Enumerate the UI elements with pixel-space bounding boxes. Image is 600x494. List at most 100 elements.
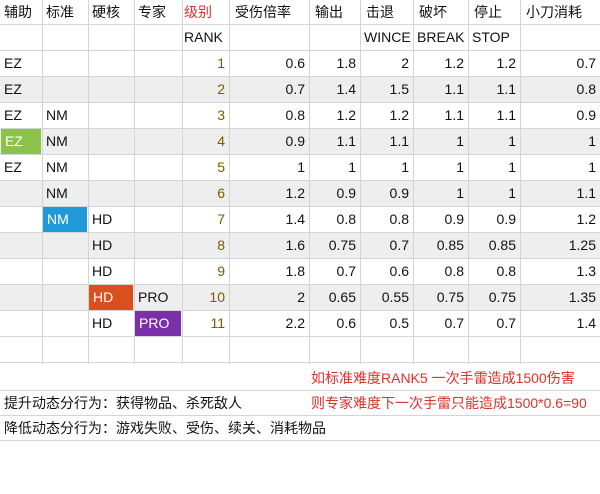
difficulty-ez-cell: EZ [1,129,41,154]
value-cell: 1.2 [336,107,356,123]
value-cell: 0.8 [285,107,305,123]
difficulty-nm-cell: NM [43,207,87,232]
value-cell: 1.35 [568,289,596,305]
value-cell: 1 [508,185,516,201]
header-10: 停止 [474,4,502,20]
header2-8: WINCE [364,29,411,45]
value-cell: 0.8 [496,263,516,279]
value-cell: 1 [456,185,464,201]
grid-line-horizontal [0,362,600,363]
value-cell: 1.4 [576,315,596,331]
value-cell: 0.9 [576,107,596,123]
value-cell: 0.7 [496,315,516,331]
value-cell: 0.7 [389,237,409,253]
value-cell: 1.1 [496,107,516,123]
value-cell: 1.8 [336,55,356,71]
grid-line-horizontal [0,390,600,391]
grid-line-horizontal [0,415,600,416]
value-cell: 1.3 [576,263,596,279]
difficulty-ez-cell: EZ [4,55,22,71]
rank-cell: 2 [217,81,225,97]
value-cell: 1 [588,133,596,149]
value-cell: 1.1 [336,133,356,149]
value-cell: 1.1 [496,81,516,97]
value-cell: 0.8 [444,263,464,279]
value-cell: 1.25 [568,237,596,253]
value-cell: 1.8 [285,263,305,279]
difficulty-nm-cell: NM [46,185,68,201]
value-cell: 1 [456,159,464,175]
grid-line-horizontal [0,440,600,441]
note-increase-behaviors: 提升动态分行为：获得物品、杀死敌人 [4,395,242,411]
value-cell: 1.2 [576,211,596,227]
value-cell: 1.1 [576,185,596,201]
header-11: 小刀消耗 [526,4,582,20]
value-cell: 0.85 [436,237,464,253]
header2-10: STOP [472,29,510,45]
rank-cell: 11 [210,315,225,331]
value-cell: 0.6 [389,263,409,279]
header-1: 辅助 [4,4,32,20]
header-3: 硬核 [92,4,120,20]
rank-cell: 9 [217,263,225,279]
value-cell: 1 [348,159,356,175]
value-cell: 0.7 [285,81,305,97]
value-cell: 1 [456,133,464,149]
header-7: 输出 [315,4,343,20]
value-cell: 0.7 [336,263,356,279]
rank-cell: 10 [209,289,225,305]
header-5: 级别 [184,4,212,20]
value-cell: 1.2 [285,185,305,201]
rank-cell: 3 [217,107,225,123]
value-cell: 2 [401,55,409,71]
value-cell: 0.65 [328,289,356,305]
value-cell: 2.2 [285,315,305,331]
value-cell: 0.6 [285,55,305,71]
value-cell: 1.4 [285,211,305,227]
rank-cell: 6 [217,185,225,201]
value-cell: 0.7 [576,55,596,71]
header-9: 破坏 [419,4,447,20]
value-cell: 0.6 [336,315,356,331]
value-cell: 0.85 [488,237,516,253]
value-cell: 1.2 [496,55,516,71]
value-cell: 1.2 [389,107,409,123]
note-example-standard: 如标准难度RANK5 一次手雷造成1500伤害 [311,370,575,386]
grid-line-horizontal [0,336,600,337]
value-cell: 0.75 [488,289,516,305]
header-8: 击退 [366,4,394,20]
difficulty-hd-cell: HD [92,263,113,279]
value-cell: 0.9 [389,185,409,201]
value-cell: 1.1 [444,107,464,123]
value-cell: 1.2 [444,55,464,71]
difficulty-pro-cell: PRO [135,311,181,336]
rank-cell: 7 [217,211,225,227]
value-cell: 0.9 [444,211,464,227]
value-cell: 1 [508,159,516,175]
value-cell: 1.1 [389,133,409,149]
header-2: 标准 [46,4,74,20]
difficulty-ez-cell: EZ [4,159,22,175]
rank-cell: 1 [217,55,225,71]
value-cell: 1.1 [444,81,464,97]
value-cell: 1 [588,159,596,175]
header2-5: RANK [184,29,223,45]
note-example-expert: 则专家难度下一次手雷只能造成1500*0.6=90 [311,395,587,411]
difficulty-nm-cell: NM [46,159,68,175]
difficulty-hd-cell: HD [89,285,133,310]
rank-cell: 5 [217,159,225,175]
difficulty-ez-cell: EZ [4,107,22,123]
value-cell: 0.9 [496,211,516,227]
value-cell: 0.8 [576,81,596,97]
value-cell: 0.9 [285,133,305,149]
difficulty-nm-cell: NM [46,133,68,149]
value-cell: 0.5 [389,315,409,331]
rank-cell: 4 [217,133,225,149]
value-cell: 0.8 [336,211,356,227]
difficulty-hd-cell: HD [92,315,113,331]
note-decrease-behaviors: 降低动态分行为：游戏失败、受伤、续关、消耗物品 [4,420,326,436]
difficulty-pro-cell: PRO [138,289,169,305]
value-cell: 0.9 [336,185,356,201]
value-cell: 1.6 [285,237,305,253]
difficulty-nm-cell: NM [46,107,68,123]
